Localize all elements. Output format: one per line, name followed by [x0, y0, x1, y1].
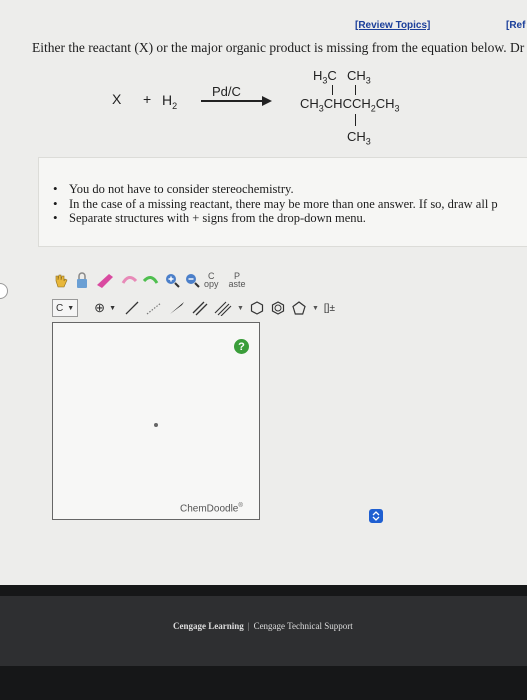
help-button[interactable]: ? — [234, 339, 249, 354]
triple-bond-icon[interactable] — [214, 300, 232, 316]
scroll-toggle-button[interactable] — [369, 509, 383, 523]
reactant-x: X — [112, 91, 122, 107]
chevron-down-icon[interactable]: ▼ — [237, 305, 244, 312]
trademark-mark: ® — [238, 503, 243, 509]
drawing-canvas[interactable]: ? ChemDoodle® — [52, 322, 260, 520]
footer-link-cengage[interactable]: Cengage Learning — [173, 621, 244, 631]
chevron-updown-icon — [372, 511, 380, 521]
element-select-value: C — [56, 302, 64, 314]
single-bond-icon[interactable] — [124, 300, 140, 316]
undo-icon[interactable] — [120, 271, 138, 289]
product-bottom: CH3 — [347, 129, 371, 147]
element-select[interactable]: C ▼ — [52, 299, 79, 317]
chemdoodle-brand: ChemDoodle® — [180, 503, 243, 514]
reaction-arrow-head — [262, 96, 272, 106]
question-text: Either the reactant (X) or the major org… — [32, 40, 525, 55]
bond-top-left — [332, 85, 334, 95]
instruction-item: You do not have to consider stereochemis… — [53, 182, 498, 197]
brand-text: ChemDoodle — [180, 503, 239, 515]
h2-symbol: H — [162, 92, 173, 108]
chevron-down-icon: ▼ — [67, 304, 75, 312]
footer-separator: | — [247, 621, 250, 631]
instruction-item: Separate structures with + signs from th… — [53, 211, 498, 226]
chemdoodle-editor: C opy P aste C ▼ ⊕ ▼ ▼ ▼ []± ? ChemDoodl… — [52, 268, 335, 520]
left-edge-tab[interactable] — [0, 283, 8, 299]
hand-icon[interactable] — [52, 271, 70, 289]
bond-bottom — [355, 114, 357, 126]
instruction-item: In the case of a missing reactant, there… — [53, 197, 498, 212]
lasso-lock-icon[interactable] — [74, 271, 90, 289]
copy-button[interactable]: C opy — [204, 272, 219, 289]
product-top-left: H3C — [313, 68, 337, 86]
chevron-down-icon: ▼ — [109, 304, 117, 312]
paste-button[interactable]: P aste — [228, 272, 246, 289]
paste-label-bottom: aste — [228, 279, 246, 289]
reaction-arrow — [201, 100, 265, 102]
eraser-icon[interactable] — [94, 271, 116, 289]
review-topics-link[interactable]: [Review Topics] — [355, 20, 430, 31]
copy-label-bottom: opy — [204, 279, 219, 289]
catalyst-label: Pd/C — [212, 84, 241, 99]
footer: Cengage Learning | Cengage Technical Suppo… — [0, 596, 527, 666]
instructions-box: You do not have to consider stereochemis… — [38, 157, 527, 247]
charge-select[interactable]: ⊕ ▼ — [91, 300, 119, 316]
footer-links: Cengage Learning | Cengage Technical Suppo… — [173, 621, 353, 631]
zoom-in-icon[interactable] — [164, 272, 180, 288]
charge-icon: ⊕ — [94, 300, 106, 315]
wedge-bond-icon[interactable] — [168, 300, 186, 316]
canvas-dot — [154, 423, 158, 427]
page: [Review Topics] [Ref Either the reactant… — [0, 0, 527, 585]
chevron-down-icon[interactable]: ▼ — [312, 305, 319, 312]
bracket-button[interactable]: []± — [324, 303, 335, 314]
bond-top-right — [355, 85, 357, 95]
toolbar-bottom: C ▼ ⊕ ▼ ▼ ▼ []± — [52, 298, 352, 318]
benzene-icon[interactable] — [270, 300, 286, 316]
toolbar-top: C opy P aste — [52, 268, 272, 292]
footer-link-support[interactable]: Cengage Technical Support — [254, 621, 353, 631]
h2-subscript: 2 — [172, 100, 178, 111]
redo-icon[interactable] — [142, 271, 160, 289]
product-main-chain: CH3CHCCH2CH3 — [300, 96, 400, 114]
double-bond-icon[interactable] — [191, 300, 209, 316]
product-top-right: CH3 — [347, 68, 371, 86]
cyclohexane-icon[interactable] — [249, 300, 265, 316]
cyclopentane-icon[interactable] — [291, 300, 307, 316]
references-link[interactable]: [Ref — [506, 20, 525, 31]
reagent-h2: H2 — [162, 92, 177, 111]
zoom-out-icon[interactable] — [184, 272, 200, 288]
plus-sign: + — [143, 91, 152, 107]
instructions-list: You do not have to consider stereochemis… — [53, 182, 498, 226]
dashed-bond-icon[interactable] — [145, 300, 163, 316]
